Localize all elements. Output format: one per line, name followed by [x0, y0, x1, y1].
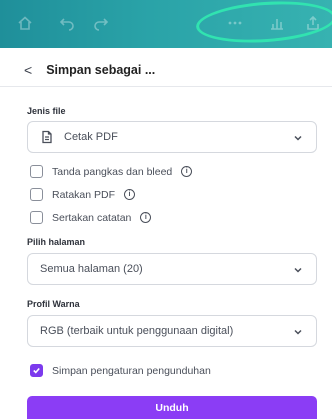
home-icon[interactable] — [14, 12, 36, 34]
save-settings-label: Simpan pengaturan pengunduhan — [52, 364, 211, 377]
flatten-pdf-label: Ratakan PDF — [52, 188, 116, 201]
share-icon[interactable] — [302, 12, 324, 34]
include-notes-checkbox[interactable] — [30, 211, 43, 224]
color-profile-value: RGB (terbaik untuk penggunaan digital) — [40, 325, 234, 337]
chevron-down-icon — [292, 131, 304, 143]
chart-icon[interactable] — [266, 12, 288, 34]
color-profile-select[interactable]: RGB (terbaik untuk penggunaan digital) — [27, 315, 317, 347]
color-profile-label: Profil Warna — [27, 299, 80, 309]
pages-value: Semua halaman (20) — [40, 263, 143, 275]
file-type-value: Cetak PDF — [64, 131, 118, 143]
header-divider — [0, 86, 332, 87]
chevron-down-icon — [292, 263, 304, 275]
info-icon[interactable]: i — [124, 189, 136, 200]
option-crop-marks[interactable]: Tanda pangkas dan bleed i — [30, 165, 193, 178]
undo-icon[interactable] — [56, 12, 78, 34]
info-icon[interactable]: i — [181, 166, 193, 177]
option-flatten-pdf[interactable]: Ratakan PDF i — [30, 188, 136, 201]
download-button[interactable]: Unduh — [27, 396, 317, 419]
crop-marks-checkbox[interactable] — [30, 165, 43, 178]
chevron-down-icon — [292, 325, 304, 337]
panel-title: Simpan sebagai ... — [46, 63, 156, 77]
document-icon — [40, 130, 54, 144]
option-save-settings[interactable]: Simpan pengaturan pengunduhan — [30, 364, 211, 377]
info-icon[interactable]: i — [140, 212, 152, 223]
file-type-label: Jenis file — [27, 106, 66, 116]
panel-header: < Simpan sebagai ... — [24, 62, 155, 78]
save-settings-checkbox[interactable] — [30, 364, 43, 377]
flatten-pdf-checkbox[interactable] — [30, 188, 43, 201]
file-type-select[interactable]: Cetak PDF — [27, 121, 317, 153]
crop-marks-label: Tanda pangkas dan bleed — [52, 165, 173, 178]
option-include-notes[interactable]: Sertakan catatan i — [30, 211, 152, 224]
include-notes-label: Sertakan catatan — [52, 211, 132, 224]
pages-select[interactable]: Semua halaman (20) — [27, 253, 317, 285]
editor-toolbar — [0, 0, 332, 48]
pages-label: Pilih halaman — [27, 237, 86, 247]
back-arrow-icon[interactable]: < — [24, 62, 32, 78]
redo-icon[interactable] — [90, 12, 112, 34]
more-icon[interactable] — [224, 12, 246, 34]
